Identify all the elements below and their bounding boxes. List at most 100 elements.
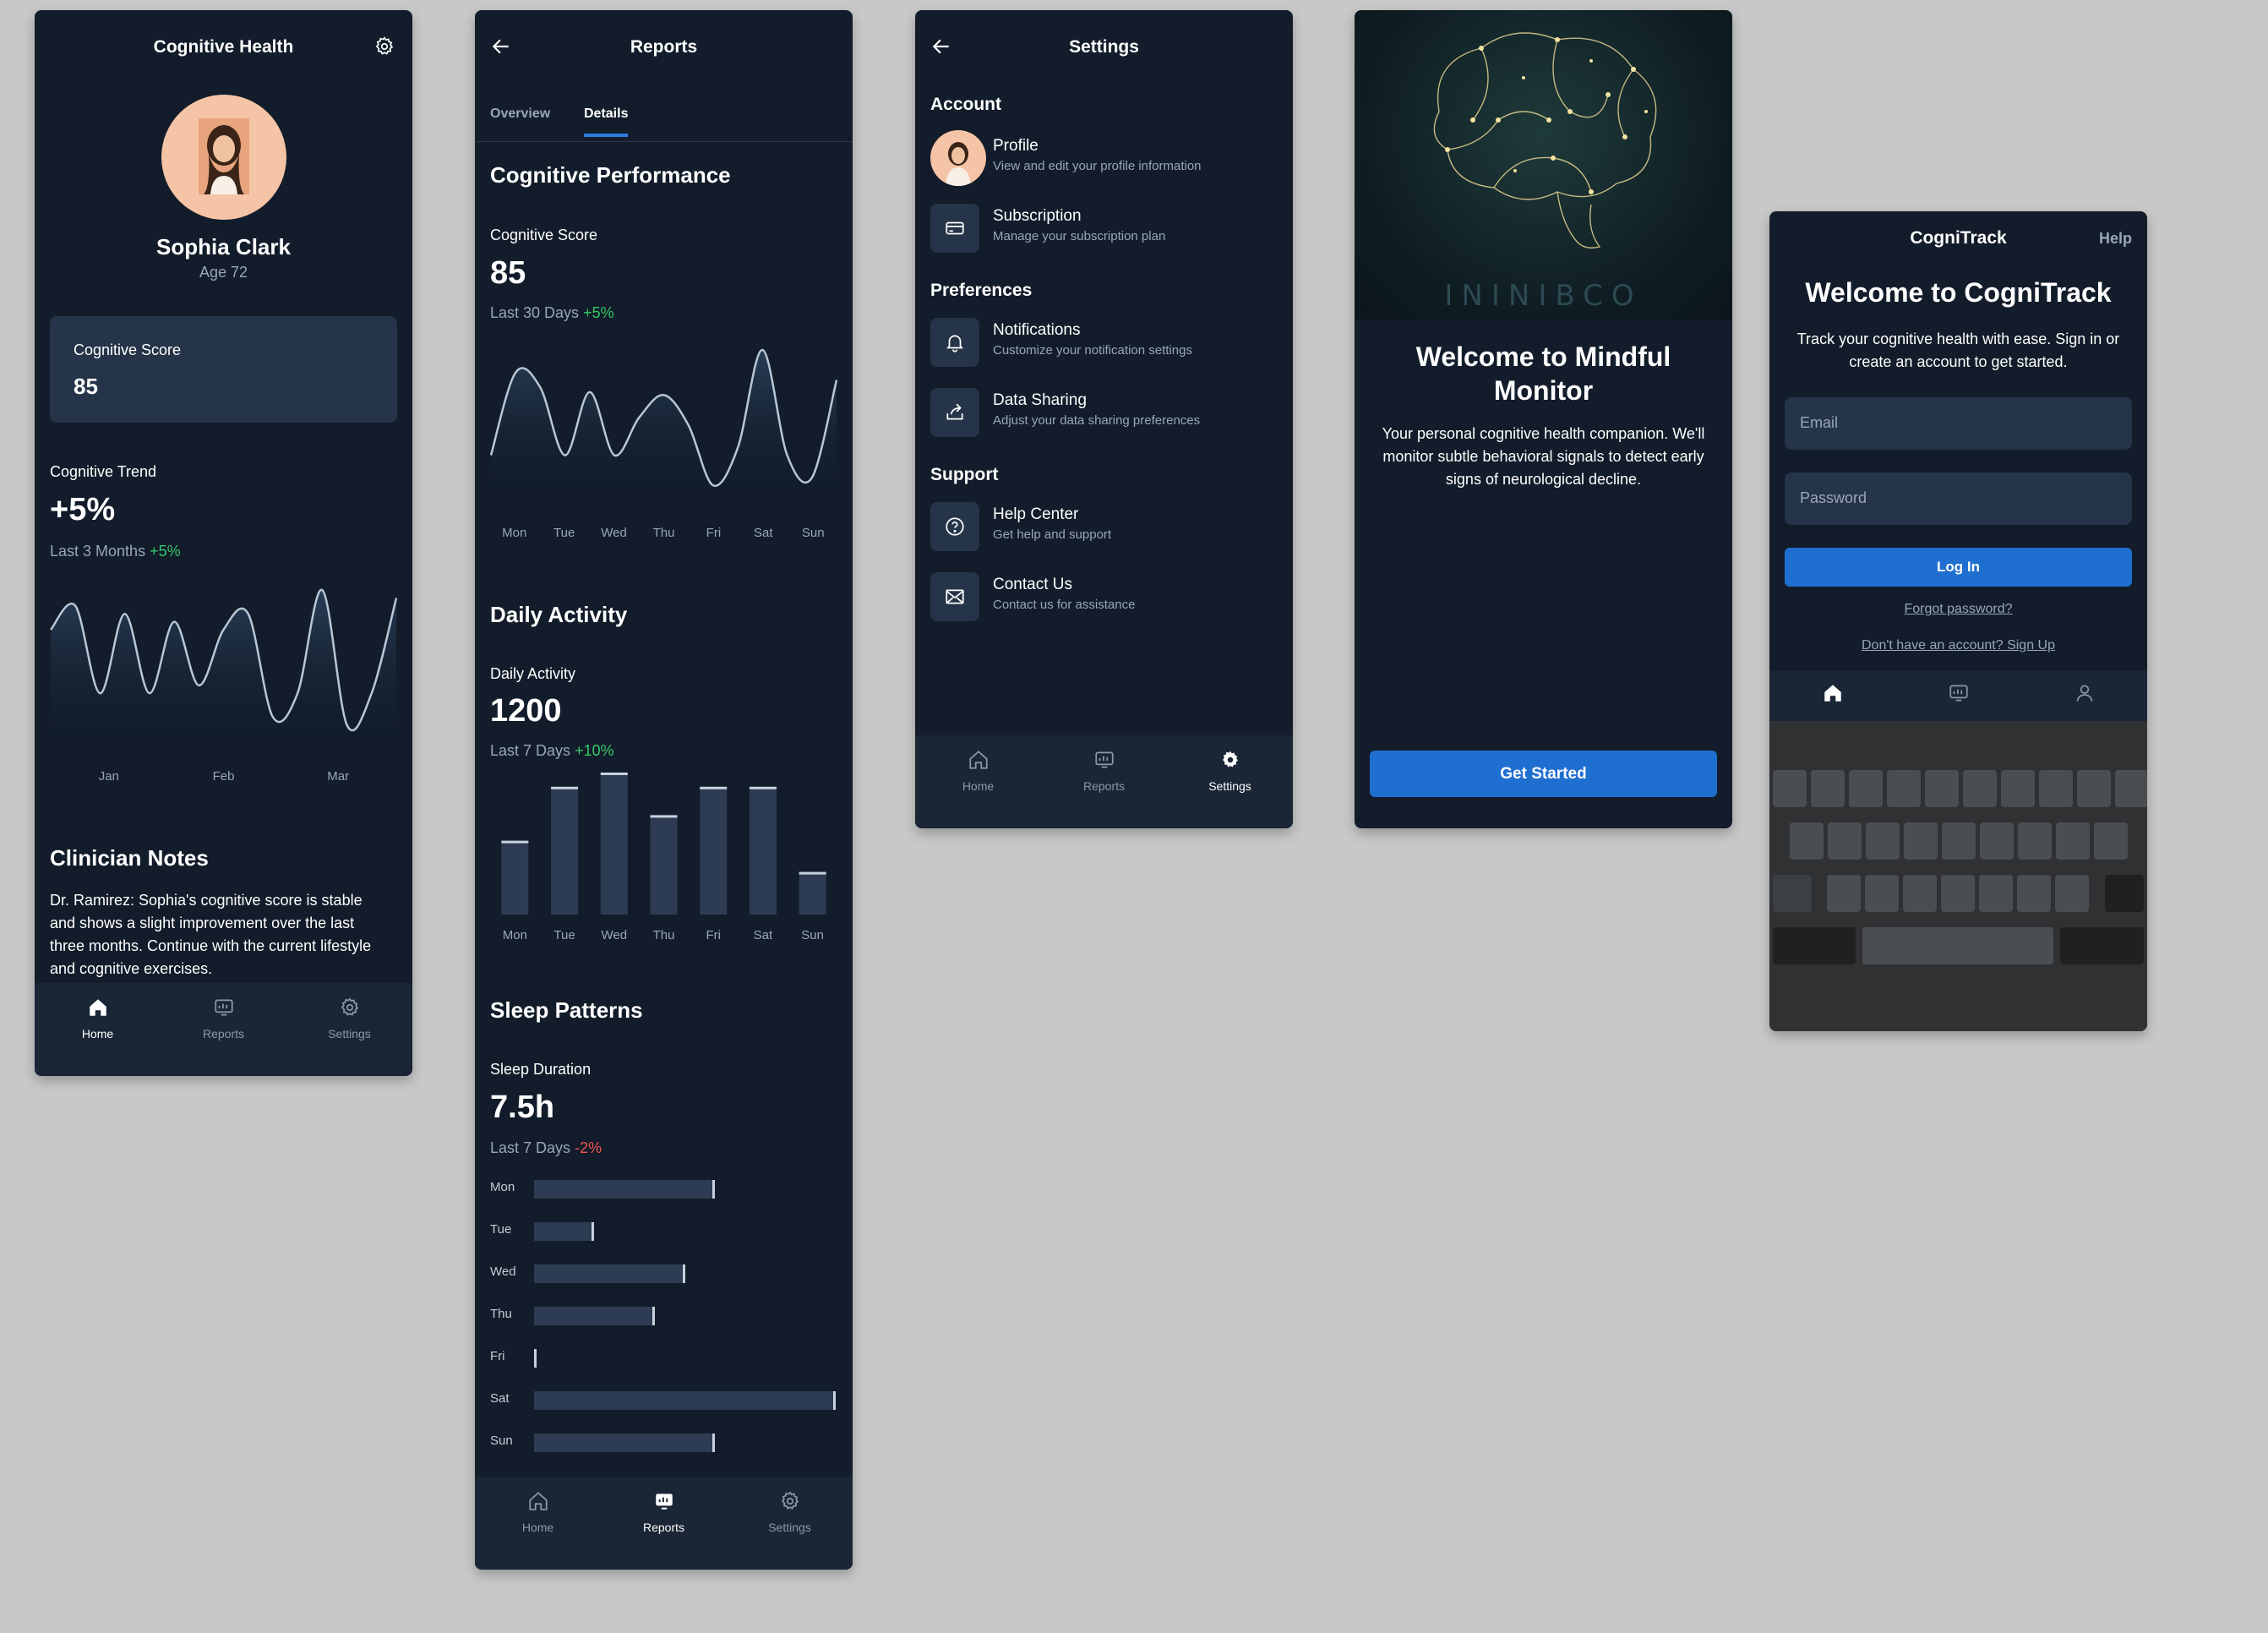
bottom-nav: Home Reports Settings — [35, 983, 412, 1076]
nav-home[interactable]: Home — [35, 983, 161, 1076]
forgot-password-link[interactable]: Forgot password? — [1769, 602, 2147, 617]
x-tick-label: Sun — [801, 928, 824, 942]
settings-item-data-sharing[interactable]: Data Sharing Adjust your data sharing pr… — [930, 385, 1278, 440]
activity-title: Daily Activity — [490, 602, 628, 627]
keyboard-key[interactable] — [1811, 770, 1845, 807]
keyboard-key[interactable] — [1866, 822, 1900, 860]
keyboard-key[interactable] — [1865, 875, 1899, 912]
activity-value: 1200 — [490, 693, 562, 729]
keyboard-key[interactable] — [1942, 822, 1976, 860]
keyboard-key[interactable] — [2001, 770, 2035, 807]
bar-track — [534, 1264, 836, 1283]
keyboard-key[interactable] — [1979, 875, 2013, 912]
keyboard-key[interactable] — [2115, 770, 2147, 807]
shift-key[interactable] — [1773, 875, 1812, 912]
activity-bar-chart — [501, 773, 826, 915]
return-key[interactable] — [2060, 927, 2144, 964]
keyboard-key[interactable] — [1925, 770, 1959, 807]
nav-home[interactable]: Home — [915, 735, 1041, 828]
x-tick-label: Tue — [553, 526, 575, 540]
signup-link[interactable]: Don't have an account? Sign Up — [1769, 638, 2147, 653]
bar-track — [534, 1349, 836, 1368]
cognitive-score-subtitle: Last 30 Days +5% — [490, 304, 614, 322]
trend-subtitle: Last 3 Months +5% — [50, 543, 181, 560]
keyboard-key[interactable] — [1941, 875, 1975, 912]
bar — [749, 786, 777, 915]
space-key[interactable] — [1862, 927, 2053, 964]
email-field[interactable]: Email — [1785, 397, 2132, 450]
keyboard-key[interactable] — [1904, 822, 1938, 860]
keyboard-key[interactable] — [2094, 822, 2128, 860]
x-tick-label: Fri — [706, 928, 721, 942]
keyboard-key[interactable] — [1773, 770, 1807, 807]
bar — [799, 871, 826, 915]
bar-cap — [551, 786, 579, 789]
settings-item-title: Contact Us — [993, 576, 1072, 593]
bar-cap — [650, 815, 678, 818]
series-area — [51, 589, 396, 754]
keyboard-key[interactable] — [1963, 770, 1997, 807]
password-field[interactable]: Password — [1785, 472, 2132, 525]
nav-home[interactable]: Home — [475, 1477, 601, 1570]
bar-cap — [600, 773, 628, 775]
settings-item-help-center[interactable]: Help Center Get help and support — [930, 499, 1278, 554]
login-screen: CogniTrack Help Welcome to CogniTrack Tr… — [1769, 211, 2147, 1031]
gear-icon[interactable] — [373, 36, 395, 62]
y-tick-label: Thu — [490, 1307, 512, 1321]
settings-item-contact-us[interactable]: Contact Us Contact us for assistance — [930, 569, 1278, 625]
settings-screen: Settings Account Profile View and edit y… — [915, 10, 1293, 828]
keyboard-key[interactable] — [1980, 822, 2014, 860]
on-screen-keyboard[interactable] — [1769, 721, 2147, 1031]
x-tick-label: Thu — [652, 526, 675, 540]
login-button[interactable]: Log In — [1785, 548, 2132, 587]
keyboard-key[interactable] — [1828, 822, 1862, 860]
tab-details[interactable]: Details — [584, 106, 629, 137]
nav-settings-label: Settings — [328, 1027, 371, 1040]
bar-track — [534, 1222, 836, 1241]
keyboard-key[interactable] — [1903, 875, 1937, 912]
backspace-key[interactable] — [2105, 875, 2144, 912]
nav-settings[interactable]: Settings — [286, 983, 412, 1076]
nav-reports[interactable]: Reports — [161, 983, 286, 1076]
keyboard-key[interactable] — [2018, 822, 2052, 860]
tab-overview[interactable]: Overview — [490, 106, 550, 134]
keyboard-key[interactable] — [1887, 770, 1921, 807]
tab-profile[interactable] — [2021, 670, 2147, 721]
score-period: Last 30 Days — [490, 304, 580, 321]
keyboard-key[interactable] — [2017, 875, 2051, 912]
keyboard-key[interactable] — [2039, 770, 2073, 807]
settings-item-subscription[interactable]: Subscription Manage your subscription pl… — [930, 200, 1278, 256]
tab-reports[interactable] — [1895, 670, 2021, 721]
bar — [534, 1222, 595, 1241]
bar — [600, 773, 628, 915]
sleep-value: 7.5h — [490, 1090, 555, 1125]
numbers-key[interactable] — [1773, 927, 1856, 964]
keyboard-key[interactable] — [1827, 875, 1861, 912]
performance-title: Cognitive Performance — [490, 162, 731, 188]
settings-item-profile[interactable]: Profile View and edit your profile infor… — [930, 130, 1278, 186]
user-icon — [2075, 685, 2093, 702]
tab-home[interactable] — [1769, 670, 1895, 721]
x-tick-label: Sat — [754, 526, 773, 540]
keyboard-key[interactable] — [2056, 822, 2090, 860]
nav-settings[interactable]: Settings — [1167, 735, 1293, 828]
user-age: Age 72 — [199, 264, 248, 281]
avatar[interactable] — [161, 95, 286, 220]
settings-item-desc: Get help and support — [993, 527, 1112, 542]
keyboard-key[interactable] — [1790, 822, 1824, 860]
nav-reports[interactable]: Reports — [601, 1477, 727, 1570]
nav-settings[interactable]: Settings — [727, 1477, 853, 1570]
trend-axis: Jan Feb Mar — [50, 769, 397, 786]
get-started-button[interactable]: Get Started — [1370, 751, 1717, 797]
nav-reports[interactable]: Reports — [1041, 735, 1167, 828]
score-card[interactable]: Cognitive Score 85 — [50, 316, 397, 423]
settings-item-notifications[interactable]: Notifications Customize your notificatio… — [930, 314, 1278, 370]
home-screen: Cognitive Health Sophia Clark Age 72 Cog… — [35, 10, 412, 1076]
y-tick-label: Fri — [490, 1349, 505, 1363]
keyboard-key[interactable] — [1849, 770, 1883, 807]
help-circle-icon — [930, 502, 979, 551]
keyboard-key[interactable] — [2077, 770, 2111, 807]
keyboard-key[interactable] — [2055, 875, 2089, 912]
settings-item-title: Data Sharing — [993, 391, 1087, 409]
help-link[interactable]: Help — [2099, 230, 2132, 248]
